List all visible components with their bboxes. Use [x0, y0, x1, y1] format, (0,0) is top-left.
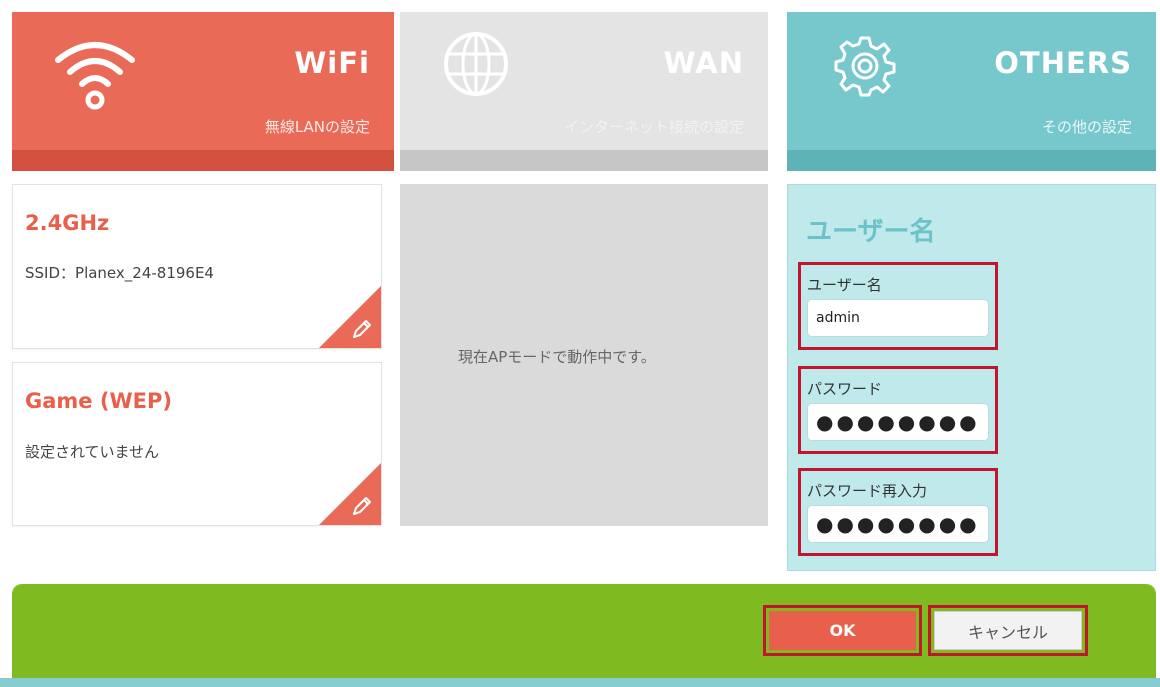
pencil-icon	[353, 497, 371, 515]
tab-subtitle: 無線LANの設定	[264, 118, 370, 136]
wifi-column: WiFi 無線LANの設定	[12, 12, 394, 171]
cancel-button-frame: キャンセル	[928, 605, 1088, 656]
others-panel: ユーザー名 ユーザー名 パスワード パスワード再入力	[787, 184, 1156, 571]
ok-button[interactable]: OK	[769, 611, 916, 650]
wan-panel: 現在APモードで動作中です。	[400, 184, 768, 526]
password-confirm-label: パスワード再入力	[807, 482, 928, 500]
tab-subtitle: その他の設定	[1041, 118, 1132, 136]
password-field-group: パスワード	[798, 366, 998, 454]
tab-others[interactable]: OTHERS その他の設定	[787, 12, 1156, 171]
edit-2-4ghz-button[interactable]	[319, 286, 381, 348]
wifi-icon	[52, 28, 138, 118]
others-column: OTHERS その他の設定	[787, 12, 1156, 171]
tab-strip	[787, 150, 1156, 171]
password-confirm-field-group: パスワード再入力	[798, 468, 998, 556]
tab-strip	[12, 150, 394, 171]
username-field-group: ユーザー名	[798, 262, 998, 350]
password-confirm-input[interactable]	[807, 505, 989, 543]
tab-title: OTHERS	[994, 46, 1132, 80]
card-title: 2.4GHz	[25, 211, 110, 235]
tab-wifi[interactable]: WiFi 無線LANの設定	[12, 12, 394, 171]
username-label: ユーザー名	[807, 276, 882, 294]
game-status-text: 設定されていません	[25, 443, 160, 461]
tab-title: WAN	[663, 46, 744, 80]
tab-strip	[400, 150, 768, 171]
edit-game-button[interactable]	[319, 463, 381, 525]
globe-icon	[440, 28, 512, 104]
password-label: パスワード	[807, 380, 883, 398]
tab-title: WiFi	[294, 46, 370, 80]
username-input[interactable]	[807, 299, 989, 337]
wan-column: WAN インターネット接続の設定	[400, 12, 768, 171]
ok-button-frame: OK	[763, 605, 922, 656]
password-input[interactable]	[807, 403, 989, 441]
ssid-text: SSID：Planex_24-8196E4	[25, 264, 214, 282]
footer-line	[0, 678, 1160, 687]
wifi-card-game: Game (WEP) 設定されていません	[12, 362, 382, 526]
pencil-icon	[353, 320, 371, 338]
panel-title: ユーザー名	[806, 217, 936, 247]
tab-wan[interactable]: WAN インターネット接続の設定	[400, 12, 768, 171]
wan-message: 現在APモードで動作中です。	[458, 348, 656, 366]
tab-subtitle: インターネット接続の設定	[563, 118, 744, 136]
gear-icon	[833, 34, 897, 102]
card-title: Game (WEP)	[25, 389, 172, 413]
cancel-button[interactable]: キャンセル	[934, 611, 1082, 650]
wifi-card-2-4ghz: 2.4GHz SSID：Planex_24-8196E4	[12, 184, 382, 349]
